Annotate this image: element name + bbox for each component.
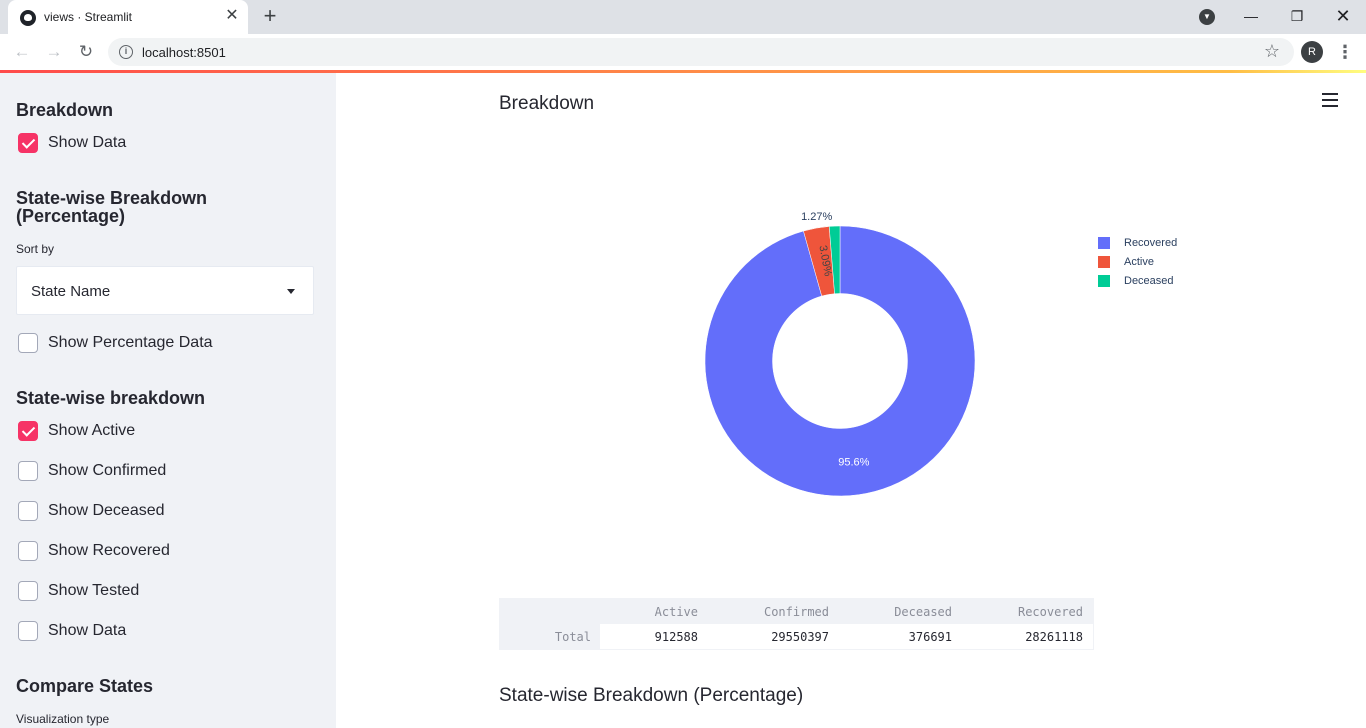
minimize-button[interactable]: —: [1228, 0, 1274, 34]
show-tested-checkbox[interactable]: Show Tested: [18, 581, 139, 601]
legend-item[interactable]: Active: [1098, 252, 1177, 271]
main-content: Breakdown 95.6% 3.09% 1.27% Recovered Activ…: [336, 73, 1366, 728]
column-header: Recovered: [1017, 605, 1083, 619]
address-bar[interactable]: i localhost:8501 ☆: [108, 38, 1294, 66]
checkbox-empty-icon[interactable]: [18, 333, 38, 353]
browser-tabstrip: views · Streamlit ✕ + ▼ — ❐ ✕: [0, 0, 1366, 34]
browser-toolbar: ← → ↻ i localhost:8501 ☆ R ⋮: [0, 34, 1366, 70]
statewise-show-data-checkbox[interactable]: Show Data: [18, 621, 126, 641]
chevron-down-icon: [287, 289, 295, 294]
column-header: Confirmed: [763, 605, 829, 619]
table-cell: 29550397: [771, 630, 829, 644]
legend-label: Recovered: [1124, 236, 1178, 249]
show-recovered-checkbox[interactable]: Show Recovered: [18, 541, 170, 561]
url-text[interactable]: localhost:8501: [142, 45, 226, 60]
profile-avatar[interactable]: R: [1301, 41, 1323, 63]
checkbox-empty-icon[interactable]: [18, 581, 38, 601]
legend-label: Active: [1124, 255, 1154, 268]
column-header: Active: [654, 605, 698, 619]
table-row: Total 912588 29550397 376691 28261118: [500, 624, 1093, 649]
browser-tab[interactable]: views · Streamlit ✕: [8, 0, 248, 34]
sidebar-heading-pct: State-wise Breakdown (Percentage): [16, 188, 208, 226]
legend-swatch: [1098, 236, 1110, 249]
row-index: Total: [554, 630, 591, 644]
breakdown-show-data-checkbox[interactable]: Show Data: [18, 133, 126, 153]
show-pct-data-checkbox[interactable]: Show Percentage Data: [18, 333, 213, 353]
hamburger-menu-icon[interactable]: [1322, 93, 1338, 107]
forward-arrow-icon[interactable]: →: [42, 40, 66, 64]
page-title: Breakdown: [499, 93, 595, 114]
sidebar: Breakdown Show Data State-wise Breakdown…: [0, 73, 336, 728]
legend-swatch: [1098, 255, 1110, 268]
checkbox-empty-icon[interactable]: [18, 541, 38, 561]
tab-close-icon[interactable]: ✕: [224, 8, 240, 24]
show-confirmed-checkbox[interactable]: Show Confirmed: [18, 461, 166, 481]
column-header: Deceased: [894, 605, 952, 619]
checkbox-empty-icon[interactable]: [18, 461, 38, 481]
viz-type-label: Visualization type: [16, 712, 110, 726]
slice-label: 95.6%: [838, 456, 869, 468]
table-cell: 376691: [908, 630, 952, 644]
browser-menu-icon[interactable]: ⋮: [1336, 40, 1354, 64]
totals-table: Active Confirmed Deceased Recovered Tota…: [499, 598, 1094, 650]
legend-swatch: [1098, 274, 1110, 287]
sort-by-select[interactable]: State Name: [16, 266, 314, 315]
reload-icon[interactable]: ↻: [74, 40, 98, 64]
sidebar-heading-breakdown: Breakdown: [16, 100, 114, 120]
show-active-checkbox[interactable]: Show Active: [18, 421, 135, 441]
back-arrow-icon[interactable]: ←: [10, 40, 34, 64]
legend-item[interactable]: Recovered: [1098, 233, 1177, 252]
sidebar-heading-statewise: State-wise breakdown: [16, 388, 206, 408]
checkbox-checked-icon[interactable]: [18, 421, 38, 441]
section-title: State-wise Breakdown (Percentage): [499, 685, 804, 706]
site-info-icon[interactable]: i: [119, 45, 133, 59]
table-header-row: Active Confirmed Deceased Recovered: [500, 599, 1093, 624]
checkbox-empty-icon[interactable]: [18, 501, 38, 521]
tab-title: views · Streamlit: [44, 10, 133, 24]
show-deceased-checkbox[interactable]: Show Deceased: [18, 501, 165, 521]
table-cell: 28261118: [1025, 630, 1083, 644]
chart-legend: Recovered Active Deceased: [1098, 233, 1177, 290]
new-tab-button[interactable]: +: [259, 5, 281, 28]
legend-label: Deceased: [1124, 274, 1174, 287]
tab-search-icon[interactable]: ▼: [1199, 9, 1215, 25]
sidebar-heading-compare: Compare States: [16, 676, 154, 696]
checkbox-empty-icon[interactable]: [18, 621, 38, 641]
legend-item[interactable]: Deceased: [1098, 271, 1177, 290]
checkbox-checked-icon[interactable]: [18, 133, 38, 153]
table-cell: 912588: [654, 630, 698, 644]
restore-button[interactable]: ❐: [1274, 0, 1320, 34]
streamlit-favicon-icon: [20, 10, 36, 26]
sort-by-label: Sort by: [16, 242, 55, 256]
window-close-button[interactable]: ✕: [1320, 0, 1366, 34]
donut-chart: 95.6%3.09%1.27%: [704, 211, 976, 497]
bookmark-star-icon[interactable]: ☆: [1264, 41, 1280, 62]
slice-label: 1.27%: [801, 211, 832, 223]
